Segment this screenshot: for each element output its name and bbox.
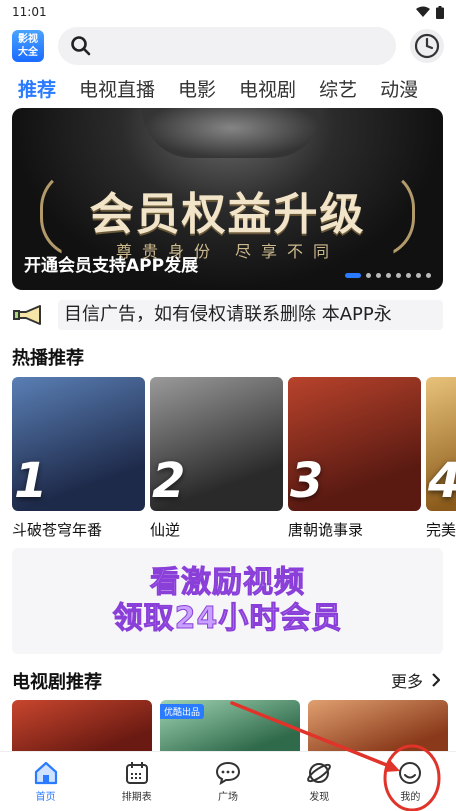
promo-banner[interactable]: 会员权益升级 尊贵身份 尽享不同 开通会员支持APP发展 xyxy=(12,108,443,290)
nav-home[interactable]: 首页 xyxy=(0,752,91,811)
nav-schedule-label: 排期表 xyxy=(121,791,152,803)
nav-home-label: 首页 xyxy=(35,791,56,803)
hot-card[interactable]: 4 完美 xyxy=(426,377,456,542)
bottom-nav: 首页 排期表 广场 发现 我的 xyxy=(0,751,456,811)
nav-discover[interactable]: 发现 xyxy=(274,752,365,811)
pagination-dot xyxy=(426,273,431,278)
hot-card-title: 仙逆 xyxy=(150,521,181,539)
app-logo-line2: 大全 xyxy=(18,47,38,58)
tab-tv-series[interactable]: 电视剧 xyxy=(239,75,296,102)
top-bar: 影视 大全 xyxy=(0,24,456,68)
drama-list: 优酷出品 xyxy=(12,700,456,752)
home-icon xyxy=(34,761,57,784)
tab-variety[interactable]: 综艺 xyxy=(319,75,357,102)
drama-badge: 优酷出品 xyxy=(160,704,205,719)
app-logo-line1: 影视 xyxy=(18,34,38,45)
tab-anime[interactable]: 动漫 xyxy=(380,75,418,102)
rank-number: 4 xyxy=(428,453,456,509)
hot-list: 1 斗破苍穹年番 2 仙逆 3 唐朝诡事录 4 完美 xyxy=(12,377,456,542)
pagination-dot xyxy=(386,273,391,278)
nav-mine-label: 我的 xyxy=(400,791,421,803)
hot-card-title: 斗破苍穹年番 xyxy=(12,521,103,539)
calendar-icon xyxy=(125,761,148,784)
planet-icon xyxy=(307,762,332,783)
category-tabs: 推荐 电视直播 电影 电视剧 综艺 动漫 xyxy=(0,68,456,108)
nav-square[interactable]: 广场 xyxy=(182,752,273,811)
app-logo[interactable]: 影视 大全 xyxy=(12,30,44,62)
drama-card[interactable] xyxy=(308,700,448,752)
poster-image: 2 xyxy=(150,377,283,511)
rank-number: 2 xyxy=(152,453,186,509)
more-link[interactable]: 更多 xyxy=(391,668,440,692)
poster-image: 4 xyxy=(426,377,456,511)
tab-recommend[interactable]: 推荐 xyxy=(18,75,56,102)
status-time: 11:01 xyxy=(12,5,47,19)
pagination-dot xyxy=(416,273,421,278)
banner-pagination xyxy=(345,273,431,278)
status-icons xyxy=(416,5,444,19)
drama-card[interactable] xyxy=(12,700,152,752)
hot-card[interactable]: 3 唐朝诡事录 xyxy=(288,377,421,542)
tab-tv-live[interactable]: 电视直播 xyxy=(79,75,155,102)
hot-card[interactable]: 1 斗破苍穹年番 xyxy=(12,377,145,542)
smile-icon xyxy=(399,761,422,784)
search-icon xyxy=(71,36,91,56)
chevron-right-icon xyxy=(432,673,440,687)
rank-number: 3 xyxy=(290,453,324,509)
promo-line1: 看激励视频 xyxy=(150,565,305,601)
clock-icon xyxy=(414,33,440,59)
battery-icon xyxy=(436,5,444,19)
status-bar: 11:01 xyxy=(0,0,456,24)
pagination-dot xyxy=(345,273,361,278)
banner-caption: 开通会员支持APP发展 xyxy=(24,256,199,276)
hot-card[interactable]: 2 仙逆 xyxy=(150,377,283,542)
rank-number: 1 xyxy=(14,453,48,509)
chat-icon xyxy=(215,761,241,785)
megaphone-icon xyxy=(13,305,41,325)
nav-schedule[interactable]: 排期表 xyxy=(91,752,182,811)
notice-bar[interactable]: 目信广告，如有侵权请联系删除 本APP永 xyxy=(12,300,443,330)
more-label: 更多 xyxy=(390,672,423,691)
pagination-dot xyxy=(366,273,371,278)
wifi-icon xyxy=(416,6,430,17)
nav-square-label: 广场 xyxy=(218,791,238,803)
nav-mine[interactable]: 我的 xyxy=(365,752,456,811)
hot-card-title: 唐朝诡事录 xyxy=(288,521,364,539)
hot-card-title: 完美 xyxy=(426,521,456,539)
promo-line2: 领取24小时会员 xyxy=(112,601,343,637)
pagination-dot xyxy=(376,273,381,278)
tab-movie[interactable]: 电影 xyxy=(178,75,216,102)
hot-section-title: 热播推荐 xyxy=(12,348,84,369)
poster-image: 1 xyxy=(12,377,145,511)
history-button[interactable] xyxy=(410,29,444,63)
banner-stage-graphic xyxy=(142,108,322,158)
reward-video-ad[interactable]: 看激励视频 领取24小时会员 xyxy=(12,548,443,654)
drama-card[interactable]: 优酷出品 xyxy=(160,700,300,752)
poster-image: 3 xyxy=(288,377,421,511)
nav-discover-label: 发现 xyxy=(309,791,330,803)
notice-text: 目信广告，如有侵权请联系删除 本APP永 xyxy=(58,300,443,330)
banner-headline: 会员权益升级 xyxy=(89,189,366,240)
pagination-dot xyxy=(406,273,411,278)
pagination-dot xyxy=(396,273,401,278)
search-input[interactable] xyxy=(58,27,396,65)
drama-section-title: 电视剧推荐 xyxy=(12,672,102,693)
